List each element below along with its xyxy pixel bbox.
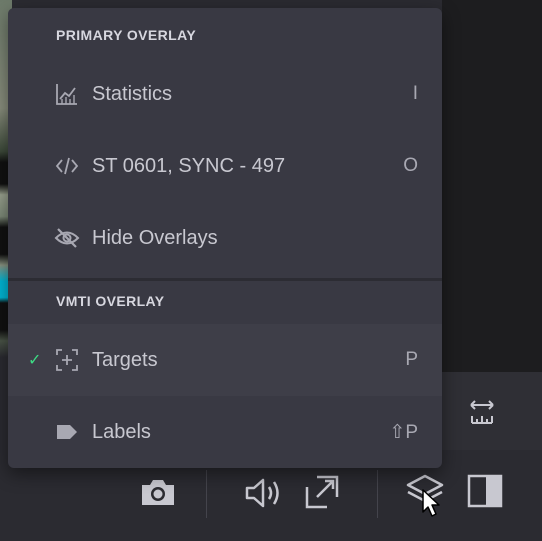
menu-divider <box>8 278 442 281</box>
section-title-vmti-overlay: VMTI OVERLAY <box>56 293 165 309</box>
code-icon <box>54 153 80 179</box>
shortcut-label: ⇧P <box>389 421 418 443</box>
menu-item-statistics[interactable]: Statistics I <box>8 58 442 130</box>
eye-off-icon <box>54 225 80 251</box>
camera-icon[interactable] <box>138 474 178 510</box>
chart-icon <box>54 81 80 107</box>
menu-item-label: Hide Overlays <box>92 226 218 249</box>
menu-item-label: Statistics <box>92 82 173 105</box>
menu-item-targets[interactable]: ✓ Targets P <box>8 324 442 396</box>
menu-item-label: Labels <box>92 420 151 443</box>
expand-icon[interactable] <box>302 472 342 512</box>
target-icon <box>54 347 80 373</box>
video-frame-right <box>442 0 542 372</box>
overlay-menu: PRIMARY OVERLAY Statistics I ST 0601, SY… <box>8 8 442 468</box>
volume-icon[interactable] <box>242 474 284 512</box>
check-icon: ✓ <box>28 352 42 369</box>
shortcut-label: O <box>403 155 418 176</box>
panel-toggle-icon[interactable] <box>465 472 505 510</box>
menu-item-st0601-sync[interactable]: ST 0601, SYNC - 497 O <box>8 130 442 202</box>
section-title-primary-overlay: PRIMARY OVERLAY <box>56 27 197 43</box>
measure-width-icon[interactable] <box>466 396 498 426</box>
menu-item-hide-overlays[interactable]: Hide Overlays <box>8 202 442 274</box>
menu-item-labels[interactable]: Labels ⇧P <box>8 396 442 468</box>
mouse-cursor-icon <box>421 488 441 523</box>
label-tag-icon <box>54 419 80 445</box>
menu-item-label: Targets <box>92 348 158 371</box>
shortcut-label: P <box>405 349 418 370</box>
menu-item-label: ST 0601, SYNC - 497 <box>92 154 286 177</box>
timeline-bar-right <box>442 372 542 450</box>
shortcut-label: I <box>412 83 418 104</box>
